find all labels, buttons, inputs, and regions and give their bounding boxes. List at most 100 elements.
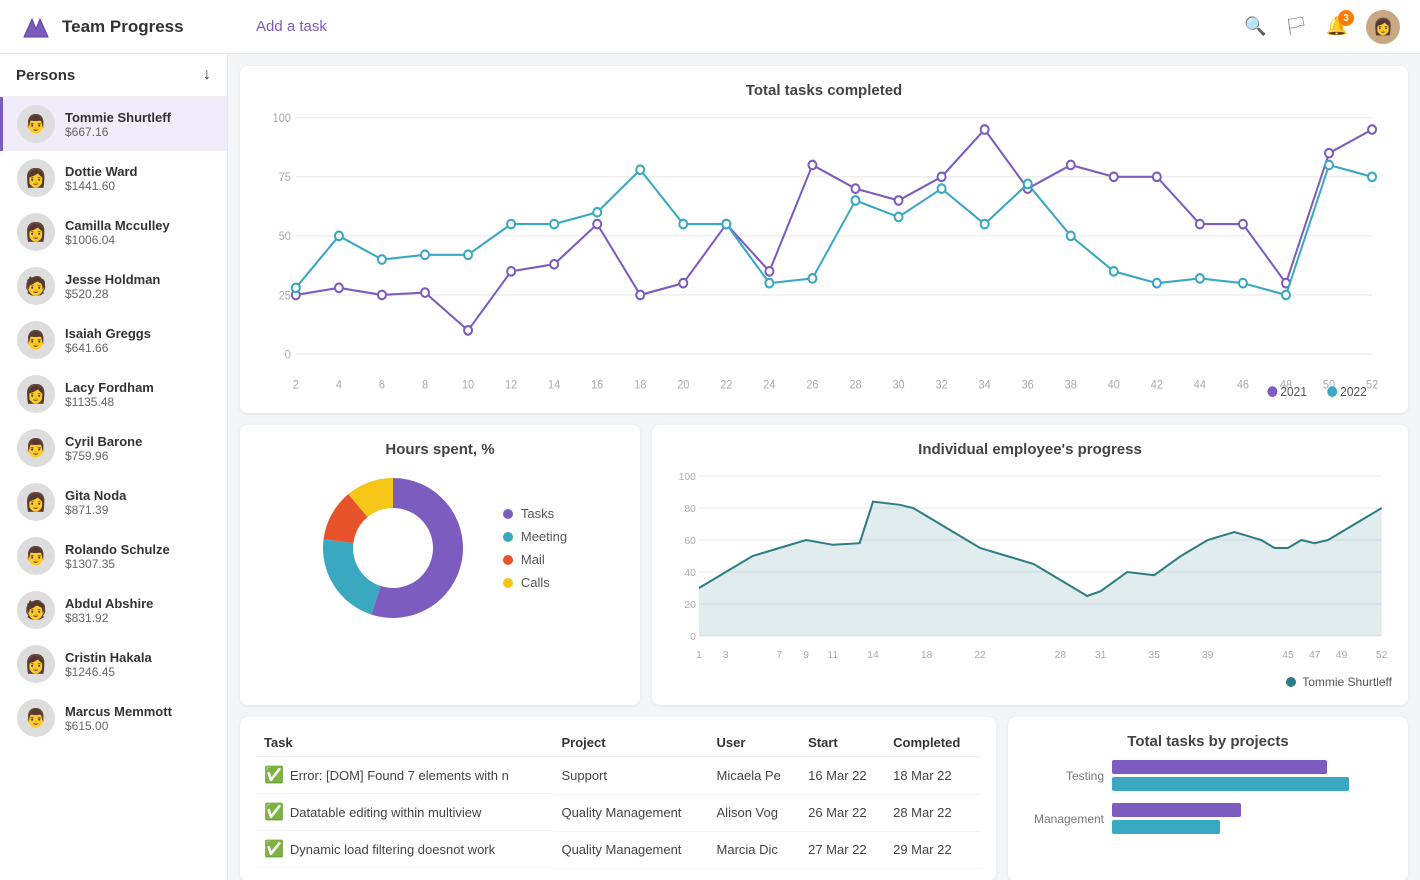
person-info: Tommie Shurtleff $667.16 [65, 110, 171, 139]
svg-text:52: 52 [1376, 650, 1388, 661]
legend-dot [503, 578, 513, 588]
svg-text:10: 10 [462, 379, 474, 391]
pie-chart-title: Hours spent, % [256, 441, 624, 458]
svg-text:2: 2 [293, 379, 299, 391]
bar-1 [1112, 803, 1241, 817]
svg-text:20: 20 [677, 379, 689, 391]
table-row: ✅ Error: [DOM] Found 7 elements with n S… [256, 757, 980, 795]
notification-wrapper[interactable]: 🔔 3 [1326, 16, 1348, 37]
bar-group [1112, 803, 1392, 834]
svg-text:16: 16 [591, 379, 603, 391]
individual-progress-title: Individual employee's progress [668, 441, 1392, 458]
person-name: Gita Noda [65, 488, 126, 503]
person-avatar: 👨 [17, 429, 55, 467]
person-avatar: 👨 [17, 321, 55, 359]
svg-text:18: 18 [634, 379, 646, 391]
sidebar-person[interactable]: 👨 Tommie Shurtleff $667.16 [0, 97, 227, 151]
task-cell: ✅ Datatable editing within multiview [256, 794, 553, 831]
user-avatar[interactable]: 👩 [1366, 10, 1400, 44]
table-head: TaskProjectUserStartCompleted [256, 729, 980, 757]
legend-item: Meeting [503, 529, 567, 544]
person-amount: $1135.48 [65, 395, 154, 409]
legend-item: Tasks [503, 506, 567, 521]
bar-chart-row: Testing [1024, 760, 1392, 791]
start-cell: 16 Mar 22 [800, 757, 885, 795]
sidebar-person[interactable]: 👩 Gita Noda $871.39 [0, 475, 227, 529]
sidebar-person[interactable]: 👨 Cyril Barone $759.96 [0, 421, 227, 475]
sidebar-person[interactable]: 👩 Dottie Ward $1441.60 [0, 151, 227, 205]
svg-text:22: 22 [720, 379, 732, 391]
sidebar-header: Persons ↓ [0, 54, 227, 97]
svg-text:24: 24 [763, 379, 775, 391]
svg-text:35: 35 [1148, 650, 1160, 661]
person-info: Lacy Fordham $1135.48 [65, 380, 154, 409]
completed-cell: 28 Mar 22 [885, 794, 980, 831]
svg-text:49: 49 [1336, 650, 1348, 661]
bottom-row: TaskProjectUserStartCompleted ✅ Error: [… [240, 717, 1408, 880]
sidebar-person[interactable]: 🧑 Abdul Abshire $831.92 [0, 583, 227, 637]
sidebar-person[interactable]: 🧑 Jesse Holdman $520.28 [0, 259, 227, 313]
search-icon[interactable]: 🔍 [1244, 16, 1266, 37]
person-avatar: 🧑 [17, 267, 55, 305]
bar-chart-row: Management [1024, 803, 1392, 834]
svg-text:44: 44 [1194, 379, 1206, 391]
svg-text:9: 9 [803, 650, 809, 661]
bar-2 [1112, 820, 1220, 834]
table-header: Completed [885, 729, 980, 757]
svg-text:50: 50 [279, 231, 291, 243]
person-amount: $1441.60 [65, 179, 137, 193]
project-cell: Quality Management [553, 794, 708, 831]
sidebar-person[interactable]: 👨 Isaiah Greggs $641.66 [0, 313, 227, 367]
pie-chart-card: Hours spent, % TasksMeetingMailCalls [240, 425, 640, 705]
legend-label: Meeting [521, 529, 567, 544]
svg-text:40: 40 [1108, 379, 1120, 391]
flag-icon[interactable]: 🏳 [1285, 16, 1308, 37]
person-avatar: 👩 [17, 213, 55, 251]
start-cell: 27 Mar 22 [800, 831, 885, 868]
pie-svg [313, 468, 473, 628]
check-icon: ✅ [264, 802, 284, 822]
svg-text:2022: 2022 [1340, 385, 1367, 397]
svg-text:1: 1 [696, 650, 702, 661]
person-name: Dottie Ward [65, 164, 137, 179]
person-amount: $831.92 [65, 611, 153, 625]
svg-text:39: 39 [1202, 650, 1214, 661]
person-avatar: 🧑 [17, 591, 55, 629]
svg-text:12: 12 [505, 379, 517, 391]
sidebar-person[interactable]: 👨 Marcus Memmott $615.00 [0, 691, 227, 745]
svg-text:60: 60 [684, 536, 696, 547]
legend-dot [503, 532, 513, 542]
bar-label: Testing [1024, 769, 1104, 783]
person-info: Gita Noda $871.39 [65, 488, 126, 517]
svg-text:47: 47 [1309, 650, 1321, 661]
svg-text:20: 20 [684, 600, 696, 611]
main-content: Total tasks completed 025507510024681012… [228, 54, 1420, 880]
sidebar-person[interactable]: 👩 Camilla Mcculley $1006.04 [0, 205, 227, 259]
person-name: Camilla Mcculley [65, 218, 170, 233]
user-cell: Alison Vog [709, 794, 801, 831]
table-body: ✅ Error: [DOM] Found 7 elements with n S… [256, 757, 980, 869]
person-amount: $1006.04 [65, 233, 170, 247]
svg-text:28: 28 [1055, 650, 1067, 661]
svg-text:8: 8 [422, 379, 428, 391]
person-avatar: 👩 [17, 375, 55, 413]
add-task-button[interactable]: Add a task [256, 18, 327, 35]
svg-text:2021: 2021 [1280, 385, 1307, 397]
task-name: Datatable editing within multiview [290, 805, 481, 820]
person-amount: $615.00 [65, 719, 172, 733]
person-name: Isaiah Greggs [65, 326, 151, 341]
logo-icon [20, 11, 52, 43]
person-info: Dottie Ward $1441.60 [65, 164, 137, 193]
sort-icon[interactable]: ↓ [203, 66, 211, 84]
legend-item: Calls [503, 575, 567, 590]
svg-text:14: 14 [548, 379, 560, 391]
sidebar-person[interactable]: 👩 Cristin Hakala $1246.45 [0, 637, 227, 691]
legend-label: Calls [521, 575, 550, 590]
user-cell: Micaela Pe [709, 757, 801, 795]
user-cell: Marcia Dic [709, 831, 801, 868]
task-cell: ✅ Error: [DOM] Found 7 elements with n [256, 757, 553, 794]
sidebar-person[interactable]: 👨 Rolando Schulze $1307.35 [0, 529, 227, 583]
sidebar-person[interactable]: 👩 Lacy Fordham $1135.48 [0, 367, 227, 421]
person-avatar: 👩 [17, 483, 55, 521]
total-tasks-card: Total tasks completed 025507510024681012… [240, 66, 1408, 413]
